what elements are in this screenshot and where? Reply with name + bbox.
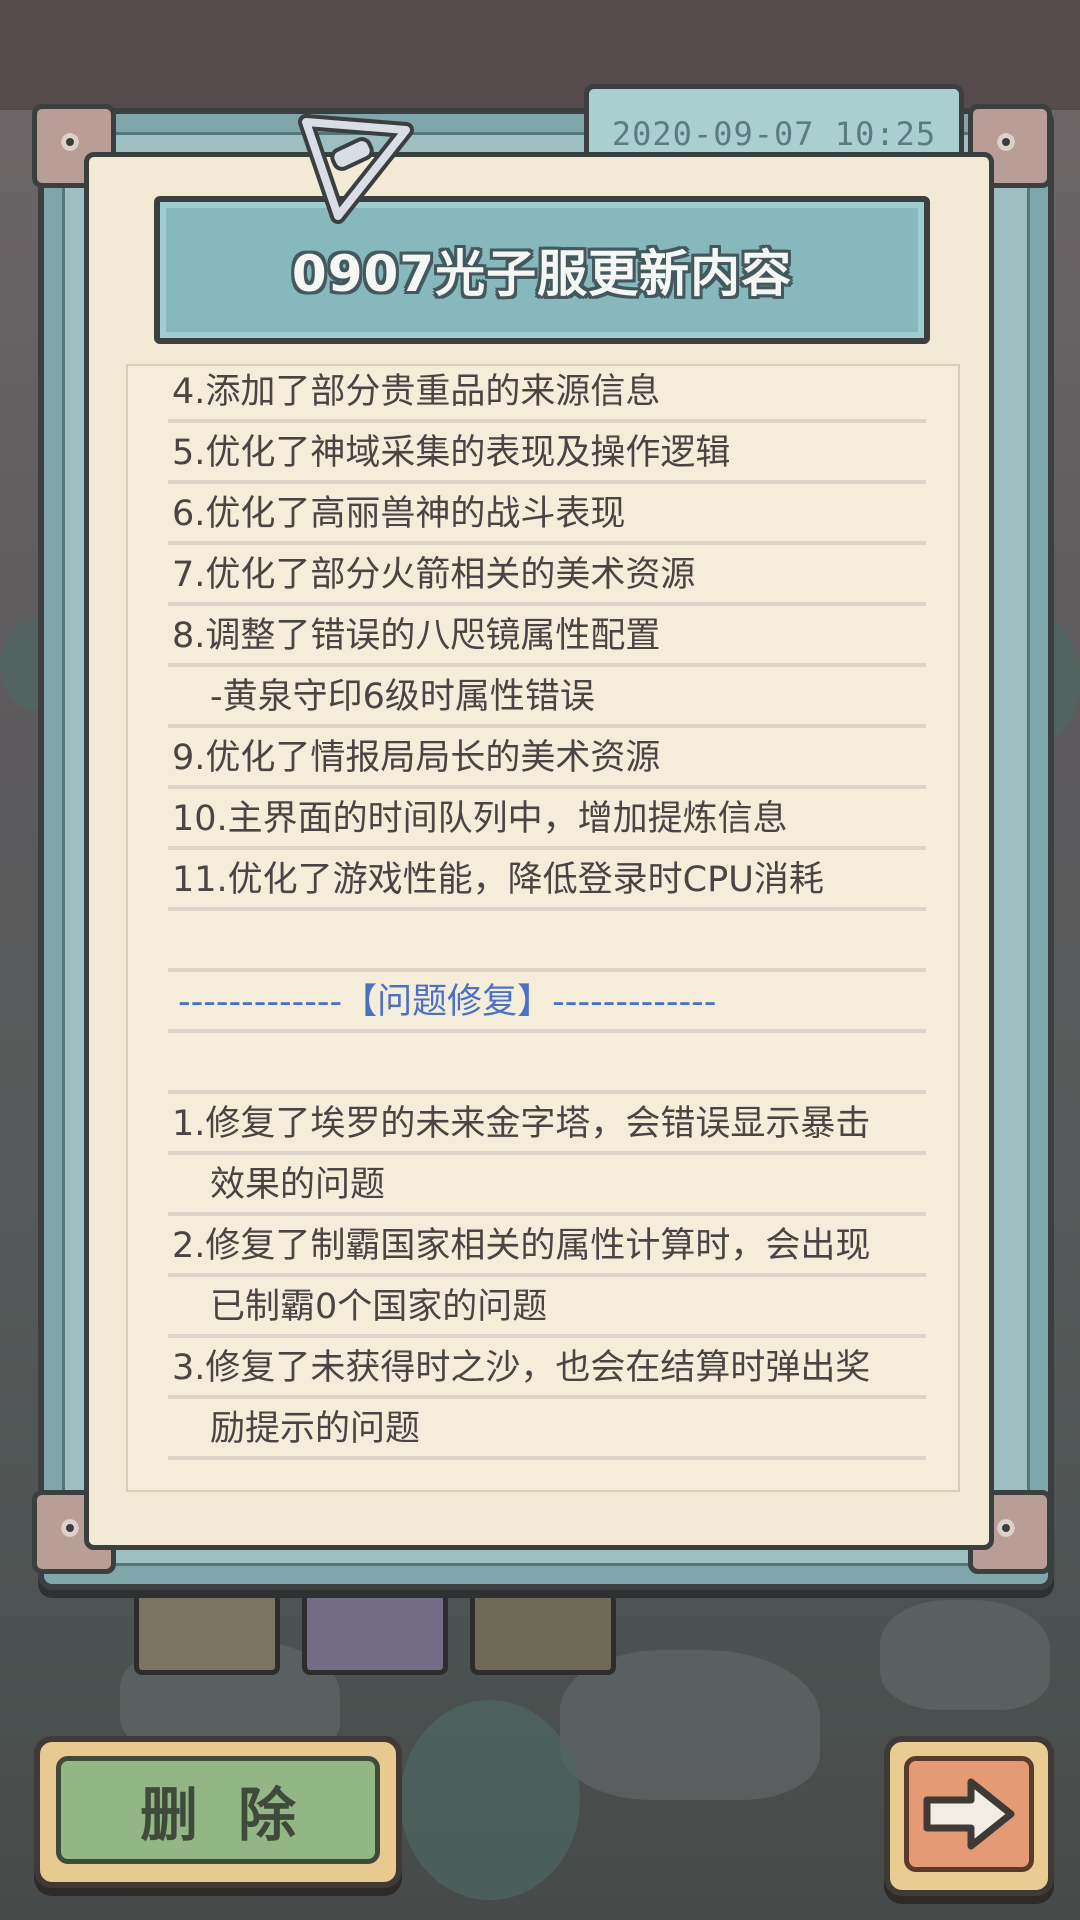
notice-title-banner: 0907光子服更新内容: [154, 196, 930, 344]
notice-line: 10.主界面的时间队列中，增加提炼信息: [128, 793, 958, 854]
notice-line: 8.调整了错误的八咫镜属性配置: [128, 610, 958, 671]
notice-line: 11.优化了游戏性能，降低登录时CPU消耗: [128, 854, 958, 915]
notice-line-blank: [128, 915, 958, 976]
next-button[interactable]: [884, 1736, 1054, 1896]
triangle-pin-icon: [298, 114, 414, 224]
next-button-face: [904, 1756, 1034, 1872]
notice-line: 1.修复了埃罗的未来金字塔，会错误显示暴击: [128, 1098, 958, 1159]
notice-line: 4.添加了部分贵重品的来源信息: [128, 366, 958, 427]
notice-line-blank: [128, 1037, 958, 1098]
background-rock: [880, 1600, 1050, 1710]
background-plant: [400, 1700, 580, 1900]
notice-content-scroll[interactable]: 4.添加了部分贵重品的来源信息 5.优化了神域采集的表现及操作逻辑 6.优化了高…: [126, 364, 960, 1492]
notice-line: 6.优化了高丽兽神的战斗表现: [128, 488, 958, 549]
notice-line: 7.优化了部分火箭相关的美术资源: [128, 549, 958, 610]
notice-line: 2.修复了制霸国家相关的属性计算时，会出现: [128, 1220, 958, 1281]
notice-line: 已制霸0个国家的问题: [128, 1281, 958, 1342]
notice-line: 3.修复了未获得时之沙，也会在结算时弹出奖: [128, 1342, 958, 1403]
notice-line: -黄泉守印6级时属性错误: [128, 671, 958, 732]
notice-line: 效果的问题: [128, 1159, 958, 1220]
section-header-bug-fixes: -------------【问题修复】-------------: [128, 976, 958, 1037]
notice-line: 励提示的问题: [128, 1403, 958, 1464]
arrow-right-icon: [923, 1778, 1015, 1850]
notice-line: 5.优化了神域采集的表现及操作逻辑: [128, 427, 958, 488]
delete-button-label: 删除: [56, 1756, 380, 1864]
delete-button[interactable]: 删除: [34, 1736, 402, 1888]
notice-line: 9.优化了情报局局长的美术资源: [128, 732, 958, 793]
notice-title: 0907光子服更新内容: [291, 245, 793, 303]
